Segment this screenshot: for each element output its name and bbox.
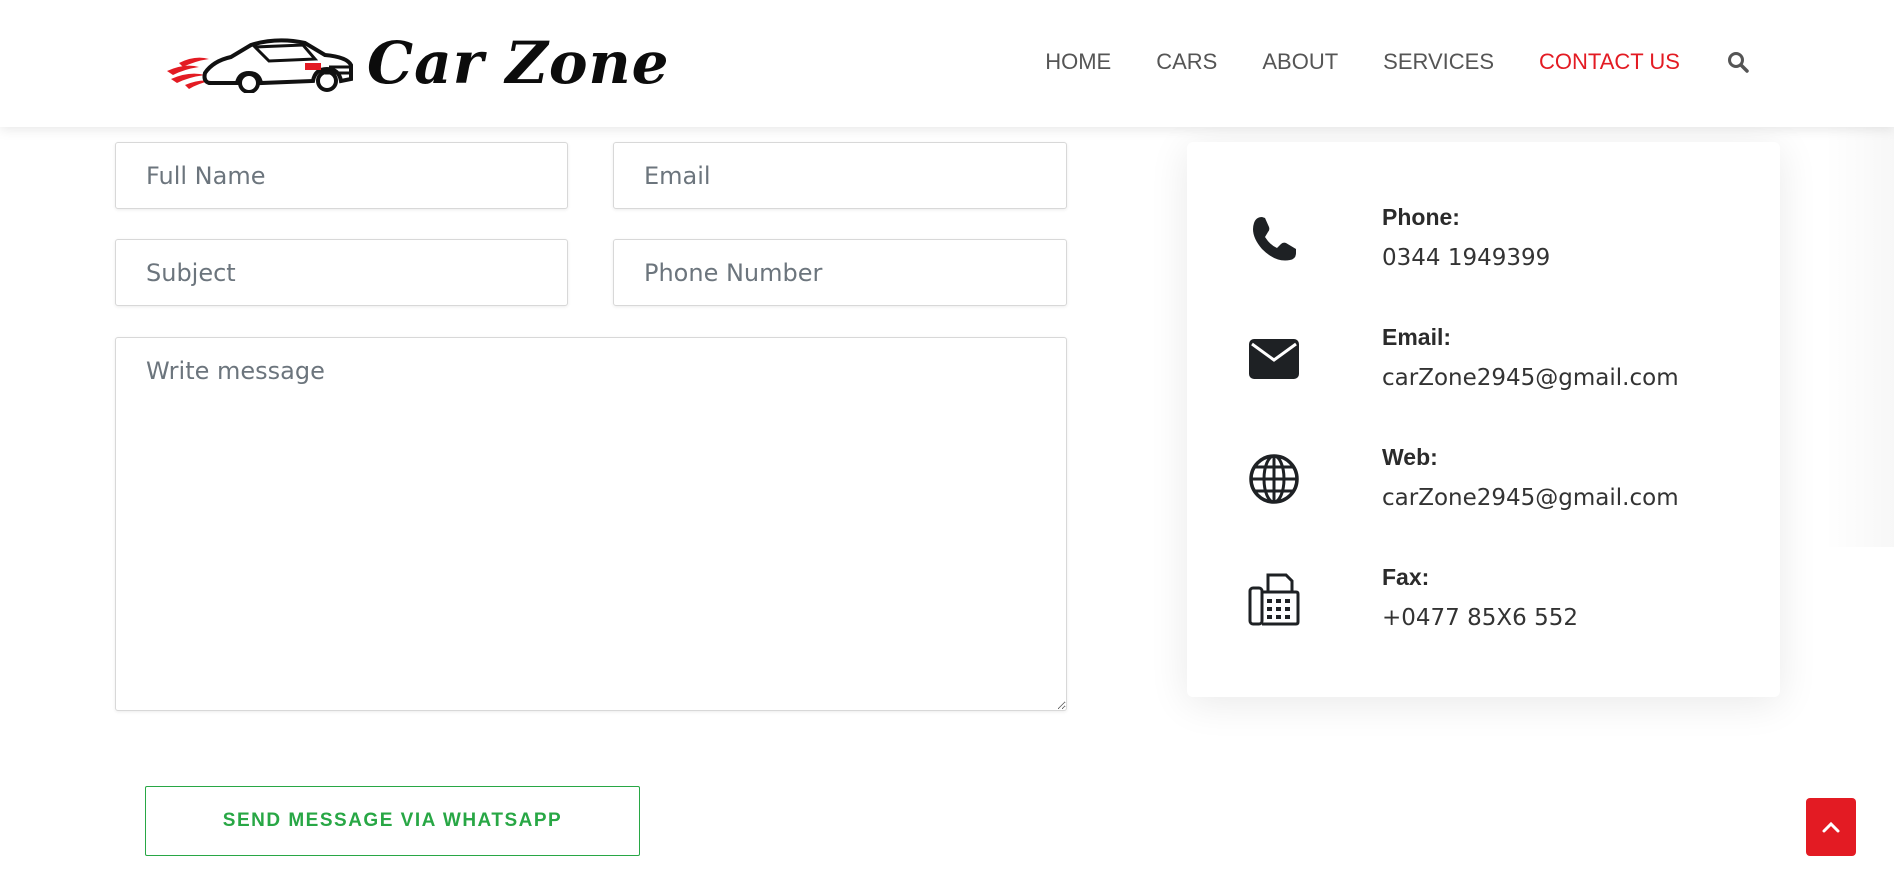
page-edge-shadow: [1824, 127, 1894, 547]
back-to-top-button[interactable]: [1806, 798, 1856, 856]
globe-icon: [1247, 452, 1301, 506]
nav-contact-us[interactable]: CONTACT US: [1539, 44, 1680, 80]
full-name-input[interactable]: [115, 142, 568, 209]
message-textarea[interactable]: [115, 337, 1067, 711]
search-icon[interactable]: [1725, 44, 1751, 80]
fax-value: +0477 85X6 552: [1382, 605, 1578, 631]
email-input[interactable]: [613, 142, 1067, 209]
web-label: Web:: [1382, 444, 1438, 470]
site-header: Car Zone HOME CARS ABOUT SERVICES CONTAC…: [0, 0, 1894, 127]
web-value: carZone2945@gmail.com: [1382, 485, 1679, 511]
email-label: Email:: [1382, 324, 1452, 350]
nav-services[interactable]: SERVICES: [1383, 44, 1494, 80]
nav-cars[interactable]: CARS: [1156, 44, 1217, 80]
subject-input[interactable]: [115, 239, 568, 306]
brand-name: Car Zone: [367, 29, 670, 97]
main-nav: HOME CARS ABOUT SERVICES CONTACT US: [1000, 44, 1751, 80]
phone-label: Phone:: [1382, 204, 1460, 230]
fax-icon: [1247, 572, 1301, 626]
envelope-icon: [1247, 332, 1301, 386]
fax-label: Fax:: [1382, 564, 1430, 590]
nav-about[interactable]: ABOUT: [1262, 44, 1338, 80]
phone-icon: [1247, 212, 1301, 266]
phone-number-input[interactable]: [613, 239, 1067, 306]
car-logo-icon: [167, 38, 353, 93]
nav-home[interactable]: HOME: [1045, 44, 1111, 80]
chevron-up-icon: [1822, 821, 1840, 833]
email-value: carZone2945@gmail.com: [1382, 365, 1679, 391]
contact-info-card: Phone: 0344 1949399 Email: carZone2945@g…: [1187, 142, 1780, 697]
send-whatsapp-button[interactable]: SEND MESSAGE VIA WHATSAPP: [145, 786, 640, 856]
brand-logo[interactable]: Car Zone: [165, 28, 670, 98]
phone-value: 0344 1949399: [1382, 245, 1551, 271]
